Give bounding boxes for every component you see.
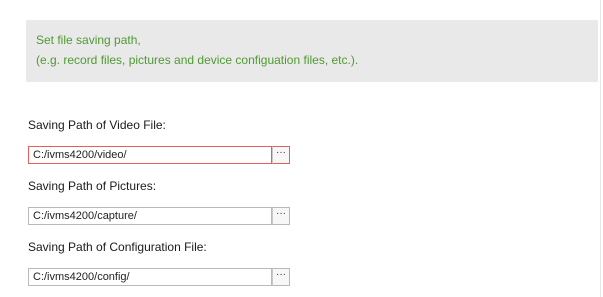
pictures-path-row: ···: [28, 207, 290, 225]
config-path-row: ···: [28, 268, 290, 286]
info-line-1: Set file saving path,: [36, 33, 141, 47]
video-path-label: Saving Path of Video File:: [28, 118, 166, 132]
file-settings-panel: Set file saving path, (e.g. record files…: [0, 0, 601, 297]
pictures-path-input[interactable]: [28, 207, 272, 225]
info-box: Set file saving path, (e.g. record files…: [26, 20, 598, 82]
video-path-input[interactable]: [28, 146, 272, 164]
config-path-input[interactable]: [28, 268, 272, 286]
info-line-2: (e.g. record files, pictures and device …: [36, 53, 359, 67]
video-path-browse-button[interactable]: ···: [272, 146, 290, 164]
pictures-path-browse-button[interactable]: ···: [272, 207, 290, 225]
video-path-row: ···: [28, 146, 290, 164]
config-path-label: Saving Path of Configuration File:: [28, 240, 207, 254]
pictures-path-label: Saving Path of Pictures:: [28, 179, 157, 193]
config-path-browse-button[interactable]: ···: [272, 268, 290, 286]
